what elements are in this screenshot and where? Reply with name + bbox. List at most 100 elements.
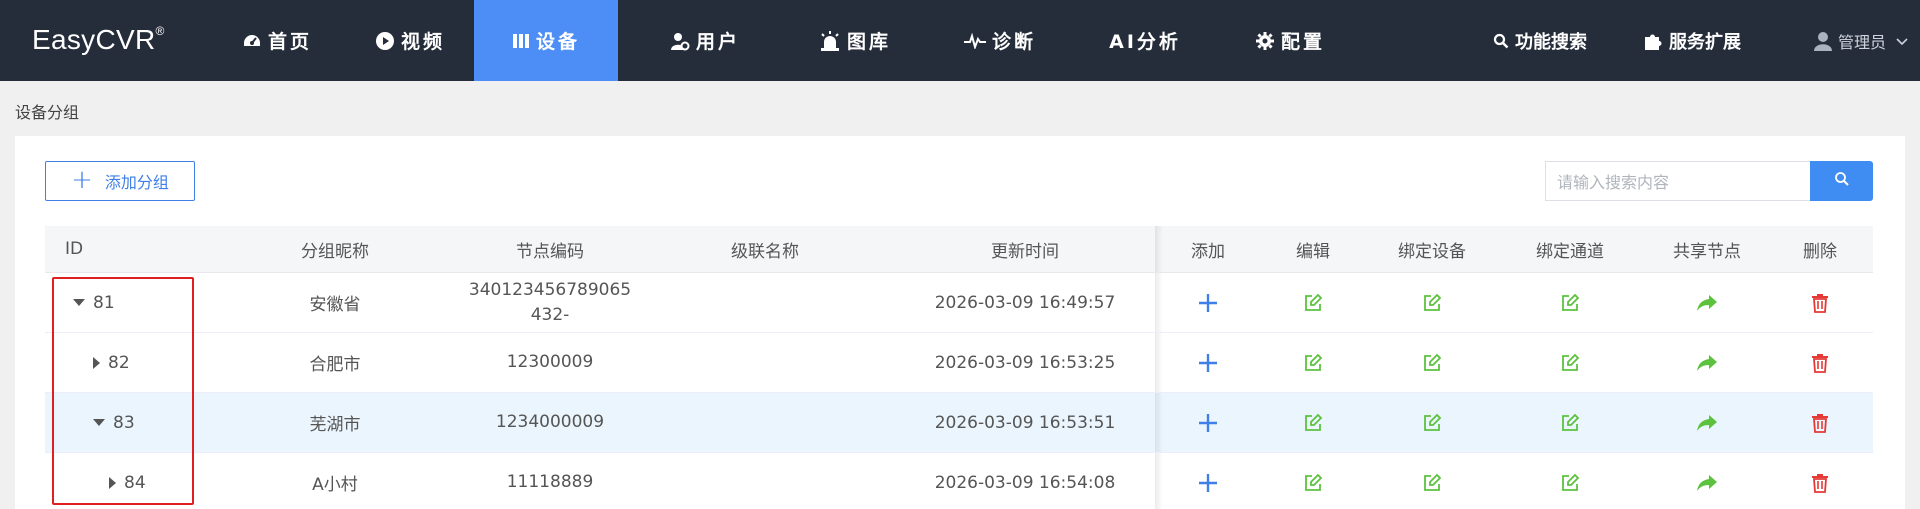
bind-channel-button[interactable] (1505, 333, 1635, 392)
search-icon (1834, 171, 1850, 191)
update-time-cell: 2026-03-09 16:49:57 (934, 292, 1116, 313)
edit-icon (1562, 353, 1580, 371)
nav-gallery[interactable]: 图库 (790, 0, 920, 81)
cascade-name-cell (675, 393, 855, 452)
group-name-cell: 芜湖市 (309, 415, 361, 435)
edit-icon (1305, 353, 1323, 371)
group-name-cell: A小村 (312, 475, 358, 495)
edit-icon (1305, 293, 1323, 311)
group-id: 83 (113, 412, 135, 433)
table-row[interactable]: 81 安徽省 340123456789065 432- 2026-03-09 1… (45, 273, 1873, 333)
header-add: 添加 (1191, 241, 1225, 262)
trash-icon (1812, 293, 1828, 313)
fixed-column-shadow (1155, 333, 1163, 392)
table-row[interactable]: 84 A小村 11118889 2026-03-09 16:54:08 (45, 453, 1873, 509)
gear-icon (1255, 31, 1275, 51)
bind-device-button[interactable] (1367, 393, 1497, 452)
fixed-column-shadow (1155, 273, 1163, 332)
node-code-text: 12300009 (506, 352, 594, 372)
group-id: 84 (124, 472, 146, 493)
bind-channel-button[interactable] (1505, 273, 1635, 332)
nav-video[interactable]: 视频 (350, 0, 470, 81)
header-name: 分组昵称 (301, 241, 369, 262)
logo[interactable]: EasyCVR® (32, 24, 165, 56)
delete-button[interactable] (1775, 333, 1865, 392)
trash-icon (1812, 473, 1828, 493)
caret-right-icon[interactable] (109, 476, 116, 489)
group-id: 81 (93, 292, 115, 313)
add-group-button[interactable]: + 添加分组 (45, 161, 195, 201)
device-icon (512, 32, 530, 50)
plus-icon (1199, 413, 1217, 432)
bind-channel-button[interactable] (1505, 393, 1635, 452)
table-row[interactable]: 82 合肥市 12300009 2026-03-09 16:53:25 (45, 333, 1873, 393)
nav-home[interactable]: 首页 (217, 0, 337, 81)
edit-icon (1305, 473, 1323, 491)
share-node-button[interactable] (1642, 393, 1772, 452)
bind-device-button[interactable] (1367, 453, 1497, 509)
trash-icon (1812, 413, 1828, 433)
group-name-cell: 合肥市 (309, 355, 361, 375)
pulse-icon (963, 32, 986, 49)
edit-button[interactable] (1263, 333, 1363, 392)
puzzle-icon (1643, 31, 1663, 51)
table-body: 81 安徽省 340123456789065 432- 2026-03-09 1… (45, 273, 1873, 509)
edit-button[interactable] (1263, 393, 1363, 452)
delete-button[interactable] (1775, 453, 1865, 509)
chevron-down-icon (1896, 31, 1908, 50)
add-child-button[interactable] (1163, 453, 1253, 509)
fixed-column-shadow (1155, 226, 1163, 272)
bind-device-button[interactable] (1367, 273, 1497, 332)
edit-icon (1562, 413, 1580, 431)
node-code-cell: 12300009 (445, 333, 655, 392)
share-node-button[interactable] (1642, 453, 1772, 509)
share-icon (1697, 414, 1717, 431)
nav-config[interactable]: 配置 (1225, 0, 1355, 81)
add-child-button[interactable] (1163, 393, 1253, 452)
node-code-text: 1234000009 (495, 412, 605, 432)
search-icon (1493, 33, 1509, 49)
nav-user[interactable]: 用户 (640, 0, 770, 81)
caret-down-icon[interactable] (73, 299, 85, 306)
search-input[interactable]: 请输入搜索内容 (1545, 161, 1810, 201)
cascade-name-cell (675, 333, 855, 392)
nav-device[interactable]: 设备 (474, 0, 618, 81)
trash-icon (1812, 353, 1828, 373)
feature-search-button[interactable]: 功能搜索 (1493, 0, 1587, 81)
edit-button[interactable] (1263, 453, 1363, 509)
delete-button[interactable] (1775, 273, 1865, 332)
add-child-button[interactable] (1163, 333, 1253, 392)
edit-button[interactable] (1263, 273, 1363, 332)
node-code-cell: 11118889 (445, 453, 655, 509)
add-child-button[interactable] (1163, 273, 1253, 332)
edit-icon (1562, 473, 1580, 491)
nav-diagnose[interactable]: 诊断 (935, 0, 1065, 81)
delete-button[interactable] (1775, 393, 1865, 452)
caret-right-icon[interactable] (93, 356, 100, 369)
nav-ai-analysis[interactable]: AI分析 (1080, 0, 1210, 81)
bind-device-button[interactable] (1367, 333, 1497, 392)
update-time-cell: 2026-03-09 16:53:25 (934, 352, 1116, 373)
user-menu[interactable]: 管理员 (1813, 0, 1908, 81)
bind-channel-button[interactable] (1505, 453, 1635, 509)
edit-icon (1424, 413, 1442, 431)
header-cascade: 级联名称 (731, 241, 799, 262)
cascade-name-cell (675, 453, 855, 509)
header-edit: 编辑 (1296, 241, 1330, 262)
dashboard-icon (242, 33, 262, 49)
node-code-text: 11118889 (506, 472, 594, 492)
share-node-button[interactable] (1642, 333, 1772, 392)
caret-down-icon[interactable] (93, 419, 105, 426)
share-node-button[interactable] (1642, 273, 1772, 332)
header-bind-device: 绑定设备 (1398, 241, 1466, 262)
avatar-icon (1813, 31, 1832, 51)
service-expand-button[interactable]: 服务扩展 (1643, 0, 1741, 81)
breadcrumb: 设备分组 (15, 103, 80, 122)
plus-icon (1199, 353, 1217, 372)
search-button[interactable] (1810, 161, 1873, 201)
share-icon (1697, 294, 1717, 311)
table-row[interactable]: 83 芜湖市 1234000009 2026-03-09 16:53:51 (45, 393, 1873, 453)
header-time: 更新时间 (991, 241, 1059, 262)
user-name: 管理员 (1837, 32, 1886, 52)
edit-icon (1562, 293, 1580, 311)
